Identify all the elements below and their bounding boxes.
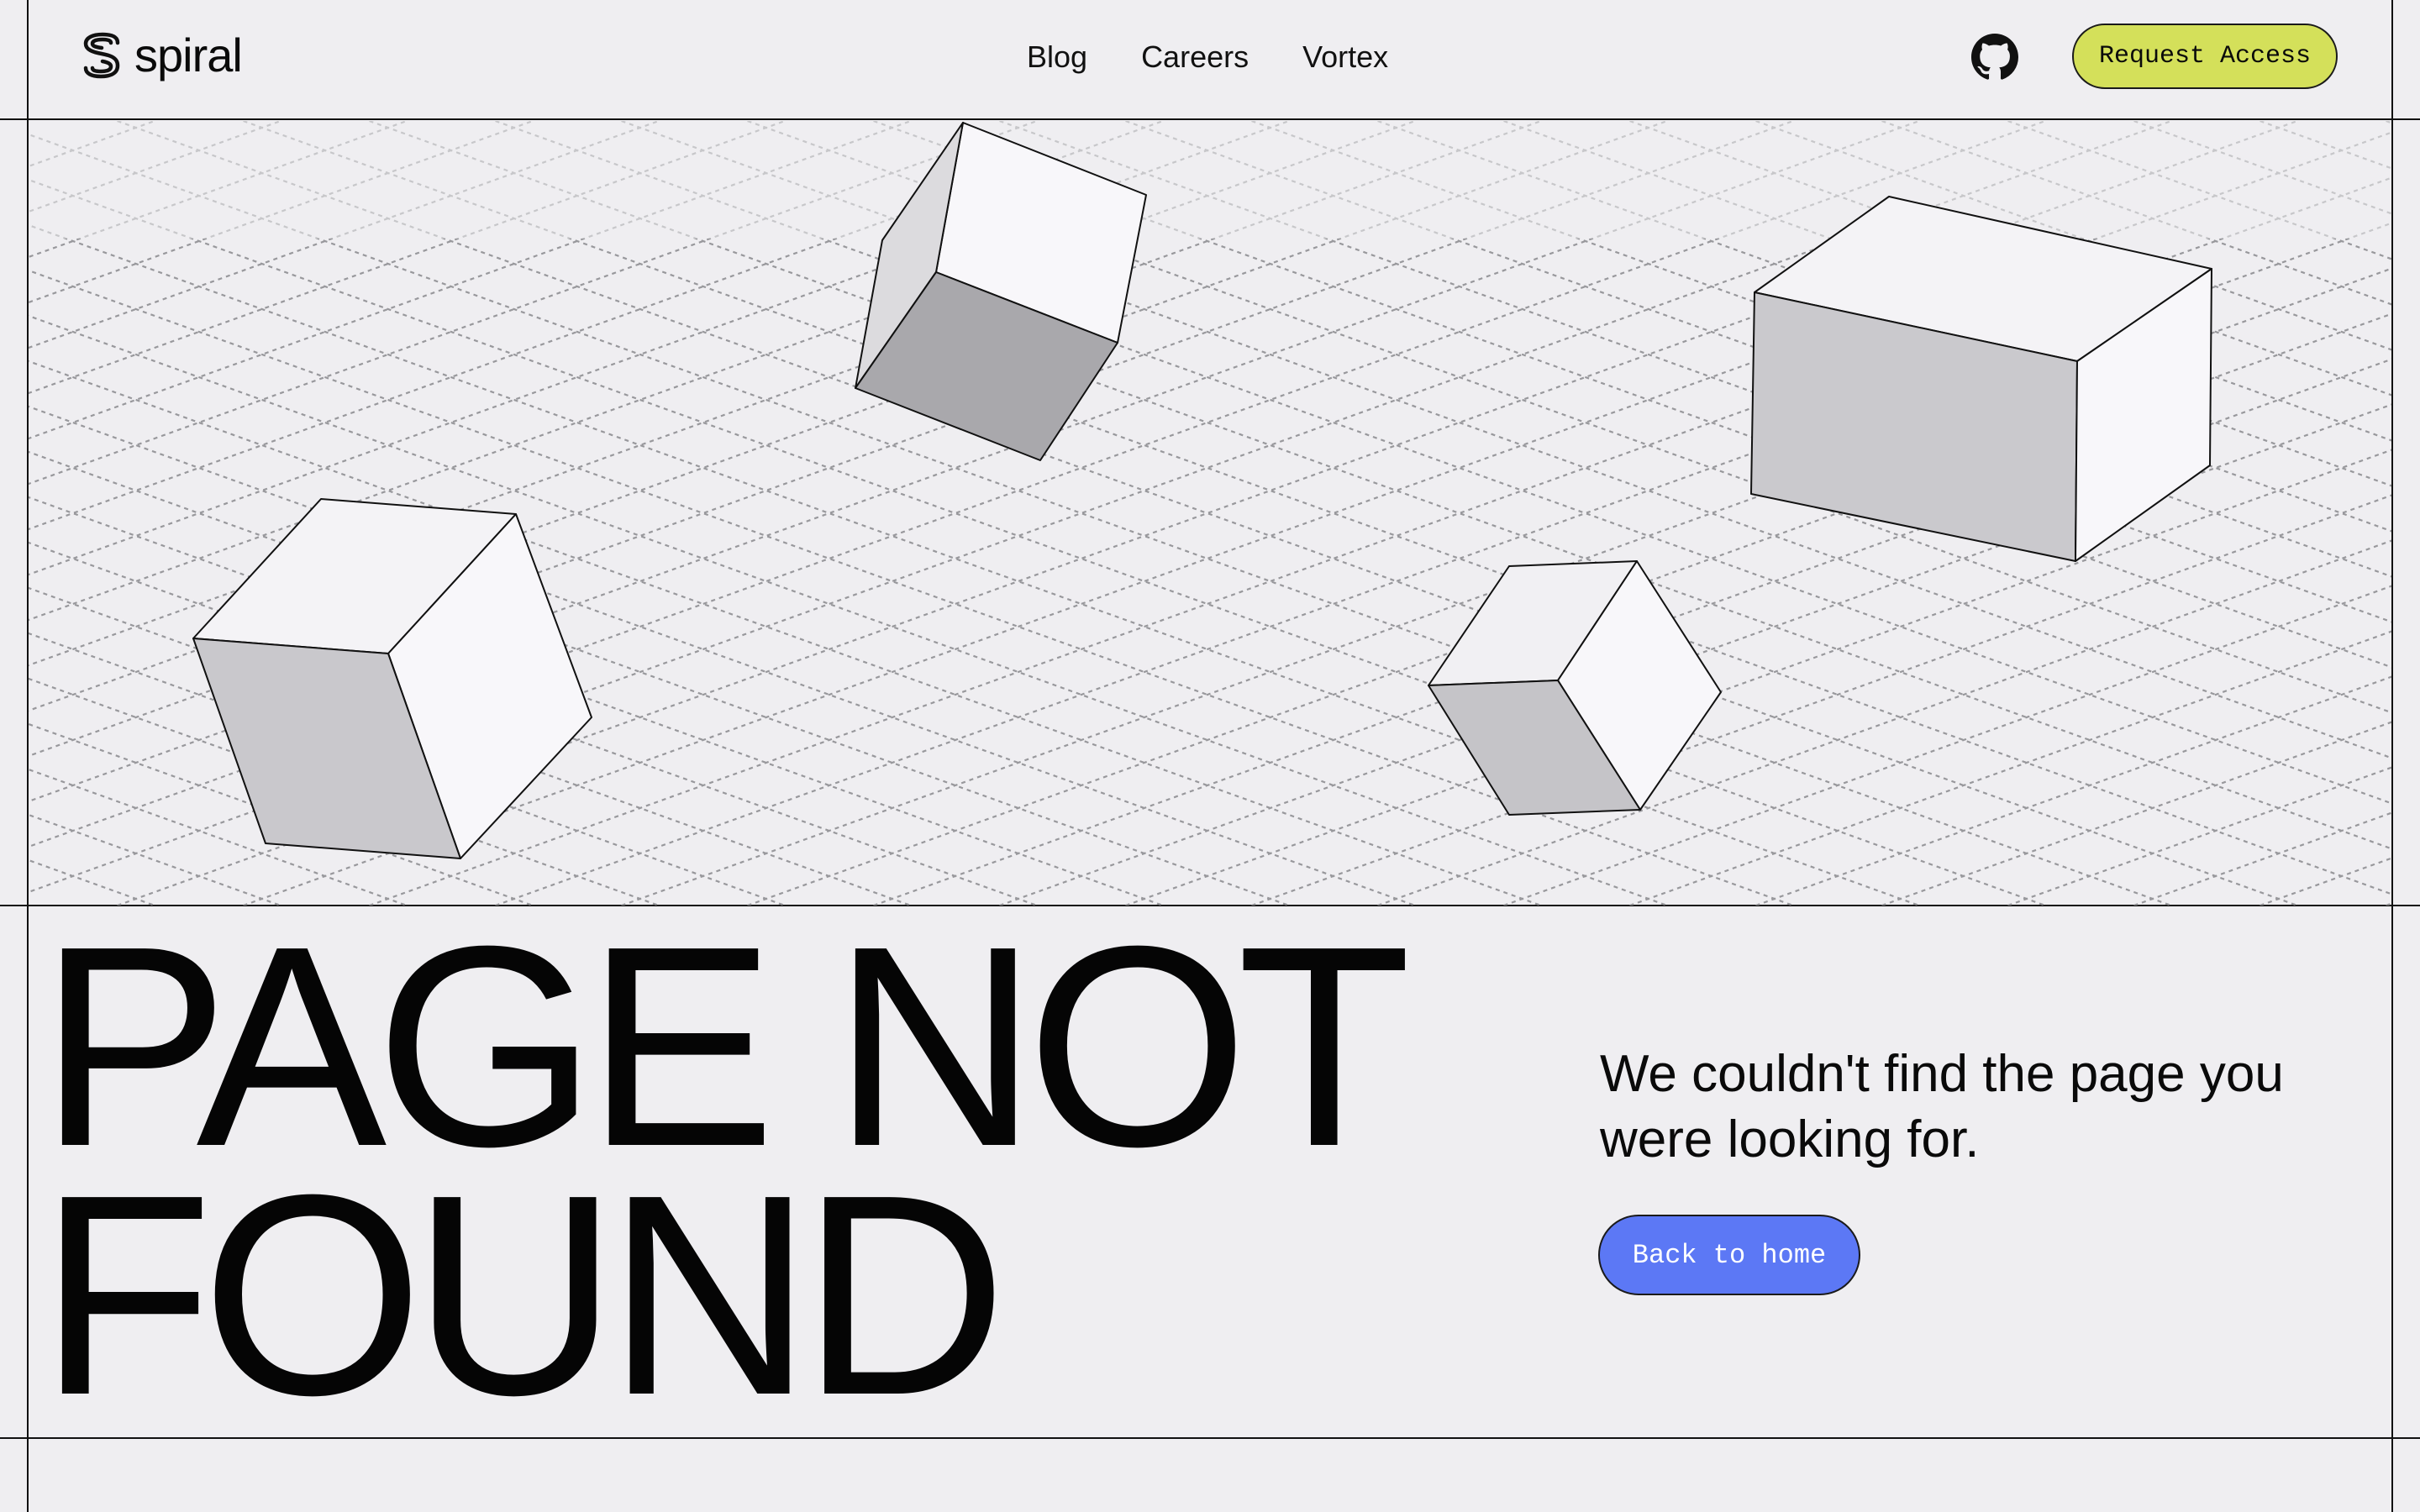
grid-line [2260,121,2391,170]
page-title: PAGE NOT FOUND [39,887,1412,1455]
grid-line [2386,902,2391,906]
main-nav: Blog Careers Vortex [1027,32,1388,82]
grid-line [999,121,2391,623]
grid-line [29,121,1416,622]
grid-line [2260,857,2391,906]
logo-text: spiral [134,29,243,81]
grid-line [2386,121,2391,124]
grid-line [999,403,2391,906]
frame-line-right [2391,0,2393,1512]
logo[interactable]: spiral [81,29,243,82]
grid-line [1125,449,2391,906]
page: spiral Blog Careers Vortex Request Acces… [0,0,2420,1512]
grid-line [29,858,155,906]
grid-line [29,405,1416,906]
grid-line [1125,121,2391,578]
back-to-home-button[interactable]: Back to home [1598,1215,1860,1295]
github-icon[interactable] [1971,34,2018,81]
spiral-logo-icon [83,32,120,79]
nav-careers-link[interactable]: Careers [1141,39,1249,75]
cube-3 [1750,196,2212,562]
not-found-message: We couldn't find the page you were looki… [1600,1045,2284,1168]
grid-line [29,121,155,168]
frame-line-header [0,118,2420,120]
cube-4 [1428,560,1722,816]
nav-vortex-link[interactable]: Vortex [1302,39,1388,75]
page-title-line-2: FOUND [39,1136,1007,1455]
cube-1 [192,498,592,859]
grid-line [2133,121,2391,215]
nav-blog-link[interactable]: Blog [1027,39,1087,75]
request-access-button[interactable]: Request Access [2072,24,2338,89]
isometric-cubes-grid-illustration [29,121,2391,906]
page-title-line-1: PAGE NOT [39,887,1412,1206]
grid-line [2133,811,2391,906]
hero-illustration [29,121,2391,906]
